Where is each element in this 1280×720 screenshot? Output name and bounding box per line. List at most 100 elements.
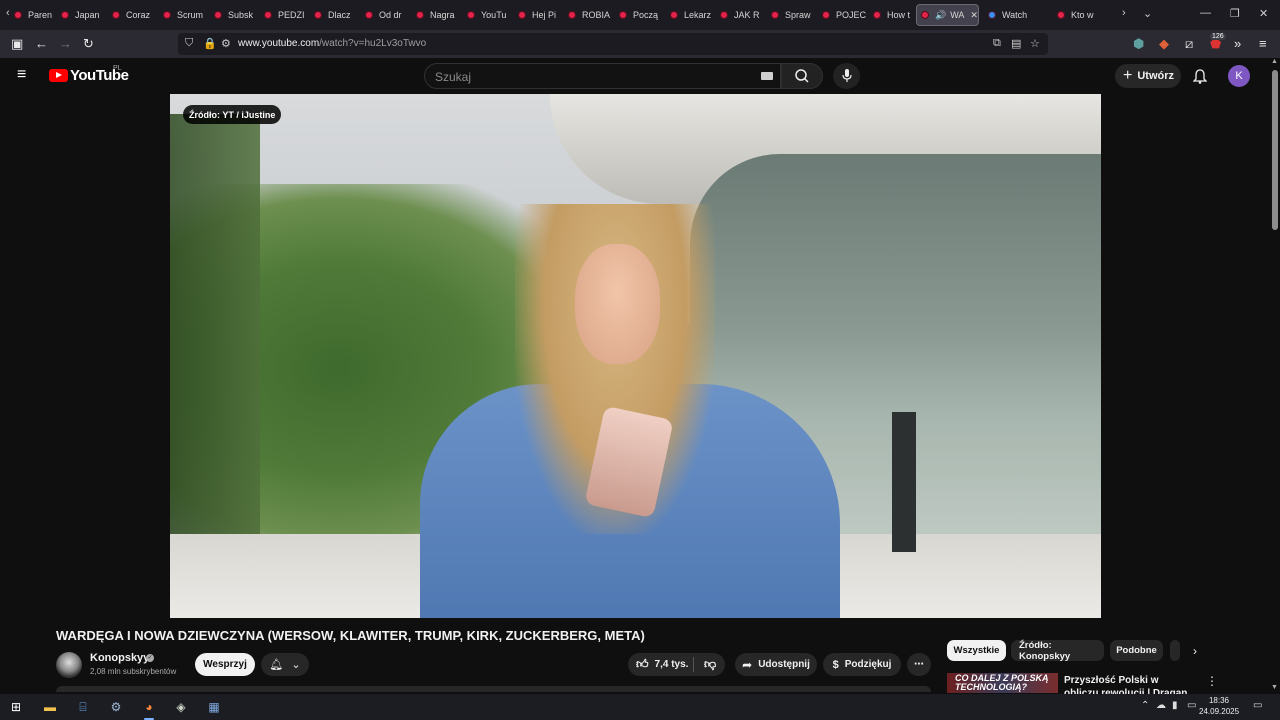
lock-icon[interactable]: 🔒 bbox=[203, 37, 217, 50]
close-window-icon[interactable]: ✕ bbox=[1259, 7, 1268, 20]
scroll-down-icon[interactable]: ▼ bbox=[1271, 684, 1278, 691]
browser-tab[interactable]: Hej Pi bbox=[518, 4, 562, 26]
close-tab-icon[interactable]: ✕ bbox=[970, 10, 978, 21]
keyboard-icon[interactable] bbox=[761, 72, 773, 80]
thumbs-down-icon[interactable]: 👎︎ bbox=[704, 657, 716, 672]
calculator-icon[interactable]: ▦ bbox=[206, 699, 222, 715]
browser-tab[interactable]: PEDZI bbox=[264, 4, 308, 26]
minimize-icon[interactable]: — bbox=[1200, 7, 1211, 19]
cloud-icon[interactable]: ☁ bbox=[1156, 700, 1166, 711]
browser-tab[interactable]: Paren bbox=[14, 4, 58, 26]
browser-tab[interactable]: Japan bbox=[61, 4, 105, 26]
youtube-favicon-icon bbox=[619, 11, 627, 19]
more-actions-button[interactable]: ⋯ bbox=[907, 653, 931, 676]
sidebar-toggle-icon[interactable]: ▣ bbox=[11, 36, 23, 52]
browser-tab[interactable]: How t bbox=[873, 4, 917, 26]
support-button[interactable]: Wesprzyj bbox=[195, 653, 255, 676]
thanks-button[interactable]: $ Podziękuj bbox=[823, 653, 901, 676]
channel-name[interactable]: Konopskyy bbox=[90, 652, 149, 664]
browser-tab[interactable]: Od dr bbox=[365, 4, 409, 26]
permissions-icon[interactable]: ⚙ bbox=[221, 37, 231, 50]
page-scrollbar[interactable]: ▲ ▼ bbox=[1270, 58, 1280, 694]
picture-in-picture-icon[interactable]: ⧉ bbox=[993, 37, 1001, 50]
chip-partial[interactable] bbox=[1170, 640, 1180, 661]
notifications-bell-icon[interactable] bbox=[1193, 69, 1207, 84]
tab-label: Począ bbox=[633, 10, 659, 20]
browser-tab[interactable]: Scrum bbox=[163, 4, 207, 26]
create-button[interactable]: + Utwórz bbox=[1115, 64, 1181, 88]
browser-tab[interactable]: JAK R bbox=[720, 4, 764, 26]
chip-from-channel[interactable]: Źródło: Konopskyy bbox=[1011, 640, 1104, 662]
search-button[interactable] bbox=[781, 63, 823, 89]
share-button[interactable]: ➦ Udostępnij bbox=[735, 653, 817, 676]
channel-avatar[interactable] bbox=[56, 652, 82, 678]
tab-list-chevron-icon[interactable]: ⌄ bbox=[1143, 7, 1152, 20]
chevron-down-icon: ⌄ bbox=[291, 659, 301, 671]
account-avatar[interactable]: K bbox=[1228, 65, 1250, 87]
scroll-up-icon[interactable]: ▲ bbox=[1271, 58, 1278, 65]
tab-active[interactable]: 🔊 WA ✕ bbox=[916, 4, 979, 26]
url-text[interactable]: www.youtube.com/watch?v=hu2Lv3oTwvo bbox=[238, 38, 426, 49]
chips-next-icon[interactable]: › bbox=[1193, 644, 1197, 658]
microphone-tray-icon[interactable]: ▮ bbox=[1172, 700, 1178, 711]
address-bar[interactable]: ⛉ 🔒 ⚙ www.youtube.com/watch?v=hu2Lv3oTwv… bbox=[178, 33, 1048, 55]
network-app-icon[interactable]: ⌸ bbox=[75, 699, 91, 715]
tab-kto[interactable]: Kto w bbox=[1057, 4, 1109, 26]
tray-chevron-icon[interactable]: ⌃ bbox=[1141, 700, 1149, 711]
browser-tab[interactable]: ROBIA bbox=[568, 4, 612, 26]
recommended-menu-icon[interactable]: ⋮ bbox=[1206, 674, 1218, 688]
browser-tab[interactable]: Nagra bbox=[416, 4, 460, 26]
thanks-label: Podziękuj bbox=[844, 659, 892, 670]
back-icon[interactable]: ← bbox=[35, 36, 48, 51]
youtube-logo-icon[interactable] bbox=[49, 69, 68, 82]
network-tray-icon[interactable]: ▭ bbox=[1187, 700, 1196, 711]
subscription-bell-button[interactable]: 🔔︎ ⌄ bbox=[261, 653, 309, 676]
bookmark-star-icon[interactable]: ☆ bbox=[1030, 37, 1040, 50]
browser-tab[interactable]: Dlacz bbox=[314, 4, 358, 26]
chip-related[interactable]: Podobne bbox=[1110, 640, 1163, 661]
taskbar-clock[interactable]: 18:36 24.09.2025 bbox=[1199, 695, 1239, 717]
tab-watch[interactable]: Watch bbox=[988, 4, 1040, 26]
taskbar: ⊞ ▬ ⌸ ⚙ ◕ ◈ ▦ ⌃ ☁ ▮ ▭ 18:36 24.09.2025 ▭ bbox=[0, 694, 1280, 720]
firefox-icon[interactable]: ◕ bbox=[141, 699, 157, 720]
browser-tab[interactable]: POJEC bbox=[822, 4, 866, 26]
voice-search-button[interactable] bbox=[833, 63, 860, 89]
microphone-icon bbox=[842, 69, 852, 82]
video-player[interactable]: Źródło: YT / iJustine bbox=[170, 94, 1101, 618]
chip-all[interactable]: Wszystkie bbox=[947, 640, 1006, 661]
steam-icon[interactable]: ⚙ bbox=[108, 699, 124, 715]
restore-icon[interactable]: ❐ bbox=[1230, 7, 1240, 20]
browser-tab[interactable]: Subsk bbox=[214, 4, 258, 26]
reader-view-icon[interactable]: ▤ bbox=[1011, 37, 1021, 50]
hamburger-menu-icon[interactable]: ≡ bbox=[1259, 36, 1267, 51]
tabs-scroll-right-icon[interactable]: › bbox=[1122, 7, 1126, 19]
search-input[interactable] bbox=[435, 70, 735, 84]
forward-icon[interactable]: → bbox=[59, 36, 72, 51]
overflow-menu-icon[interactable]: » bbox=[1234, 36, 1241, 51]
browser-tab[interactable]: Coraz bbox=[112, 4, 156, 26]
file-explorer-icon[interactable]: ▬ bbox=[42, 699, 58, 715]
youtube-header: ≡ YouTube PL +Utwórz K bbox=[0, 58, 1270, 94]
speaker-icon[interactable]: 🔊 bbox=[935, 10, 946, 21]
extension-fox-icon[interactable]: ◆ bbox=[1159, 36, 1169, 52]
search-box[interactable] bbox=[424, 63, 781, 89]
browser-tab[interactable]: Spraw bbox=[771, 4, 815, 26]
browser-tab[interactable]: Lekarz bbox=[670, 4, 714, 26]
tabs-scroll-left-icon[interactable]: ‹ bbox=[6, 7, 10, 19]
extensions-puzzle-icon[interactable]: ⧄ bbox=[1185, 36, 1193, 52]
windows-start-icon[interactable]: ⊞ bbox=[8, 699, 24, 715]
reload-icon[interactable]: ↻ bbox=[83, 36, 94, 52]
recommended-video-thumbnail[interactable]: CO DALEJ Z POLSKĄ TECHNOLOGIĄ? bbox=[947, 673, 1058, 693]
scrollbar-thumb[interactable] bbox=[1272, 70, 1278, 230]
extension-shield-icon[interactable]: ⬢ bbox=[1133, 36, 1144, 52]
youtube-favicon-icon bbox=[1057, 11, 1065, 19]
browser-tab[interactable]: Począ bbox=[619, 4, 663, 26]
guide-menu-icon[interactable]: ≡ bbox=[17, 66, 26, 84]
browser-tab[interactable]: YouTu bbox=[467, 4, 511, 26]
app-icon[interactable]: ◈ bbox=[173, 699, 189, 715]
description-box[interactable] bbox=[56, 686, 931, 692]
tab-label: Hej Pi bbox=[532, 10, 557, 20]
like-button[interactable]: 👍︎ 7,4 tys. 👎︎ bbox=[628, 653, 725, 676]
shield-icon[interactable]: ⛉ bbox=[185, 37, 193, 50]
notifications-icon[interactable]: ▭ bbox=[1253, 700, 1262, 711]
